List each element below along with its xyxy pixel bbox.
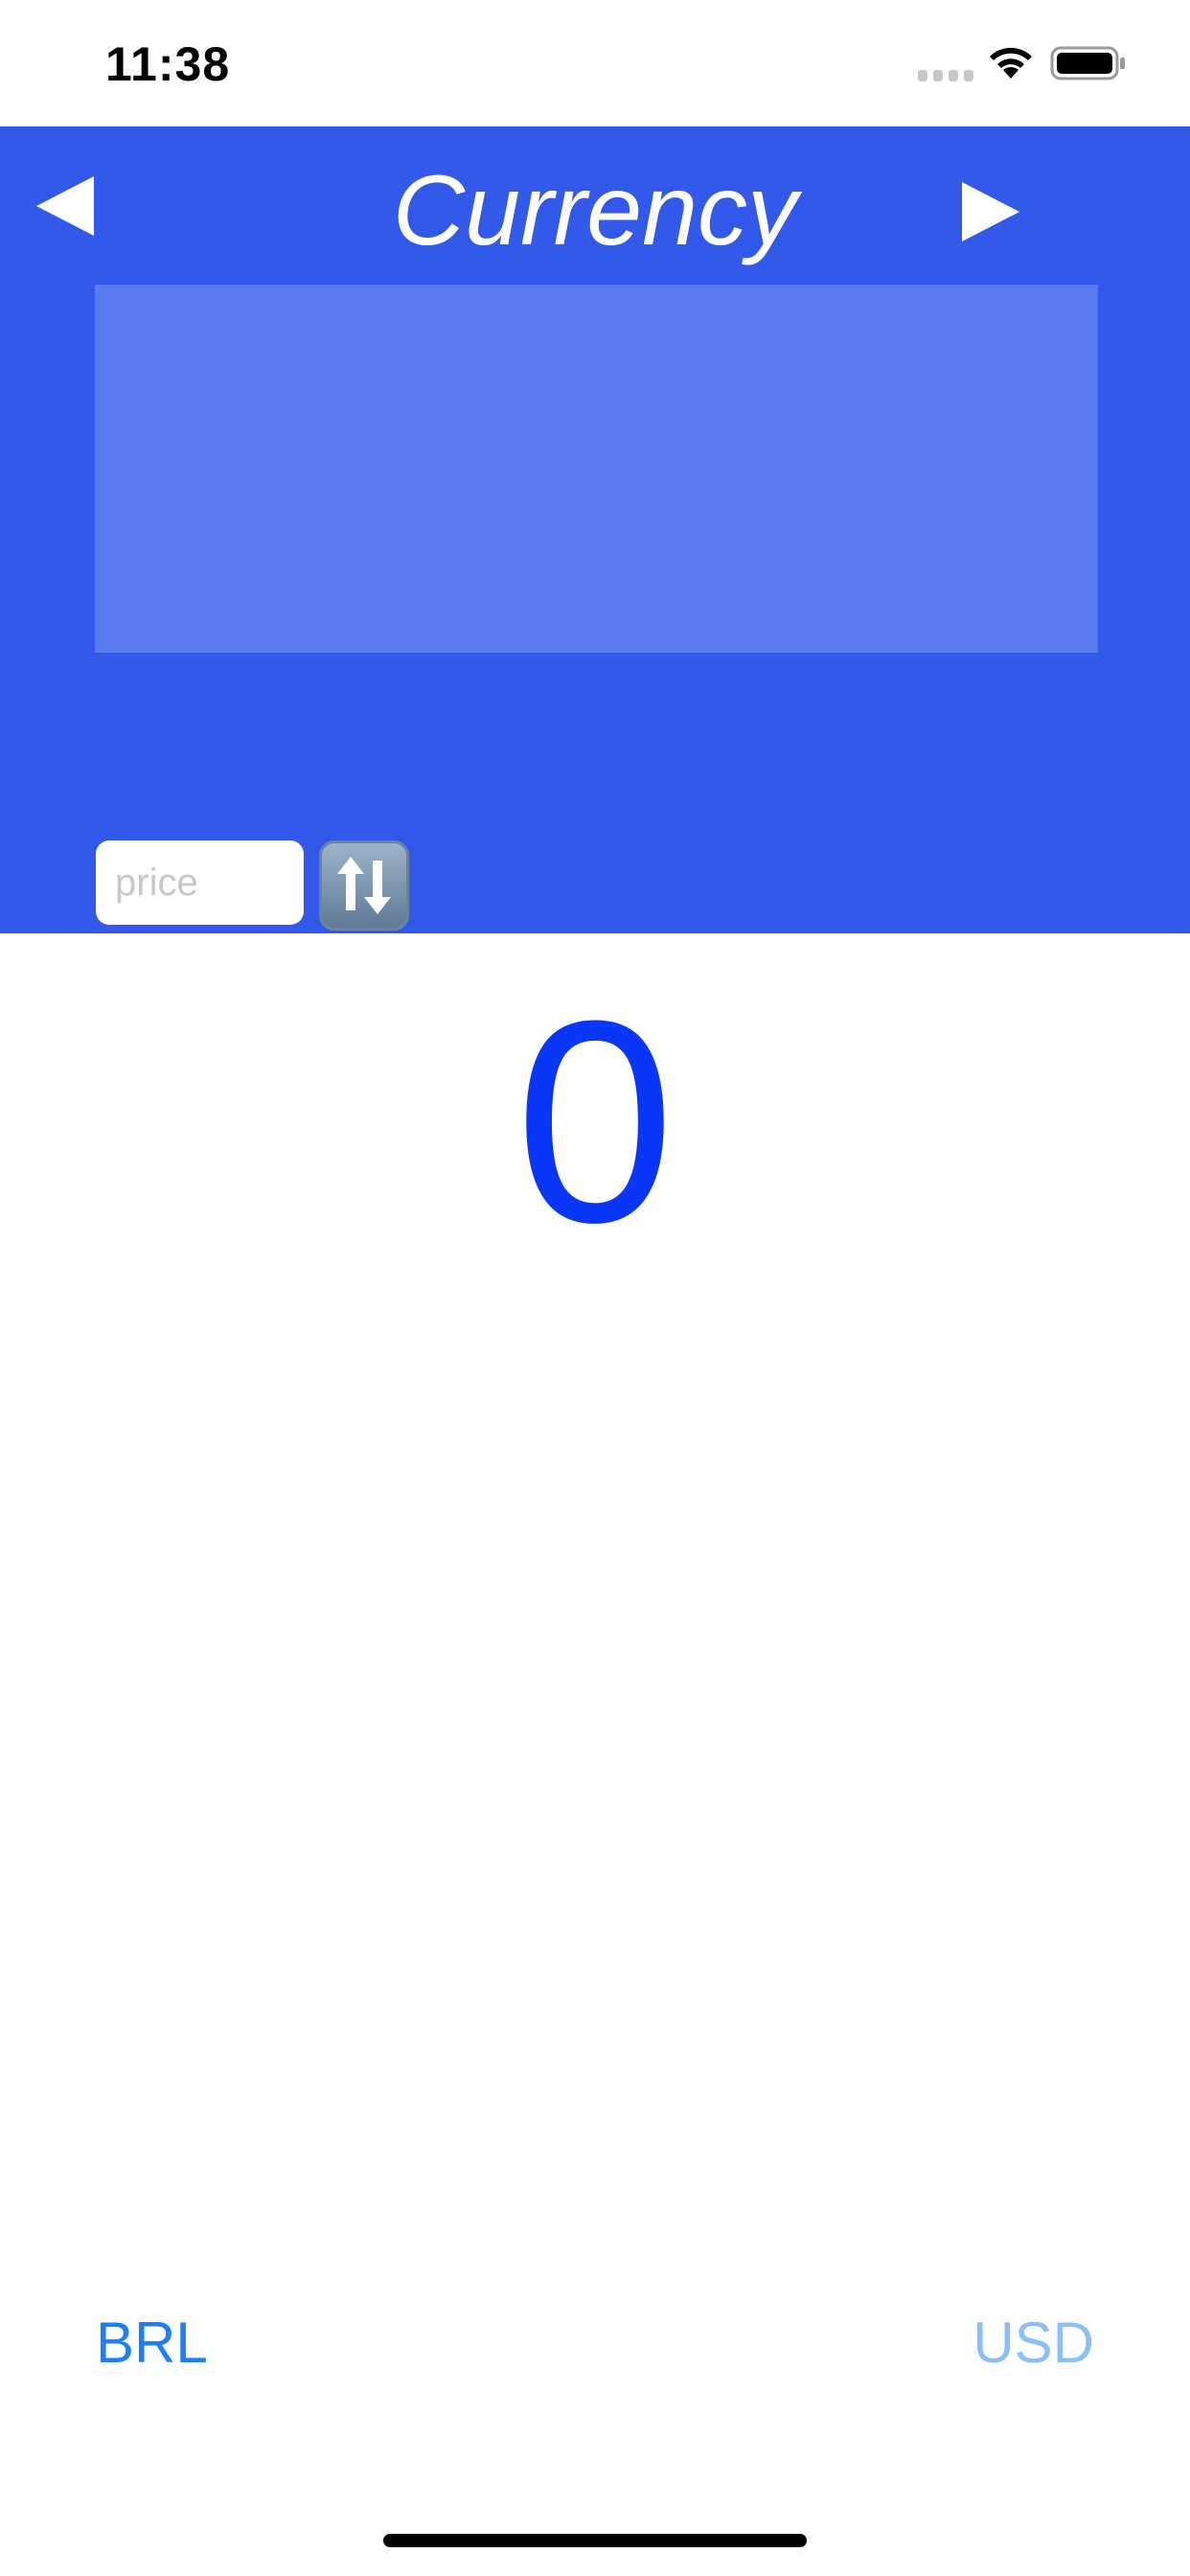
price-input[interactable] [96,840,304,925]
conversion-result: 0 [515,960,675,1282]
wifi-icon [990,47,1032,79]
content-panel [95,285,1098,653]
swap-button[interactable] [319,840,409,931]
to-currency-button[interactable]: USD [973,2310,1094,2377]
status-bar: 11:38 [0,0,1190,126]
status-time: 11:38 [105,37,231,91]
battery-icon [1050,46,1125,80]
swap-arrows-icon [337,857,391,914]
triangle-right-icon[interactable] [956,178,1023,245]
from-currency-button[interactable]: BRL [96,2310,208,2377]
home-indicator[interactable] [383,2534,807,2547]
cellular-signal-icon [918,70,973,81]
